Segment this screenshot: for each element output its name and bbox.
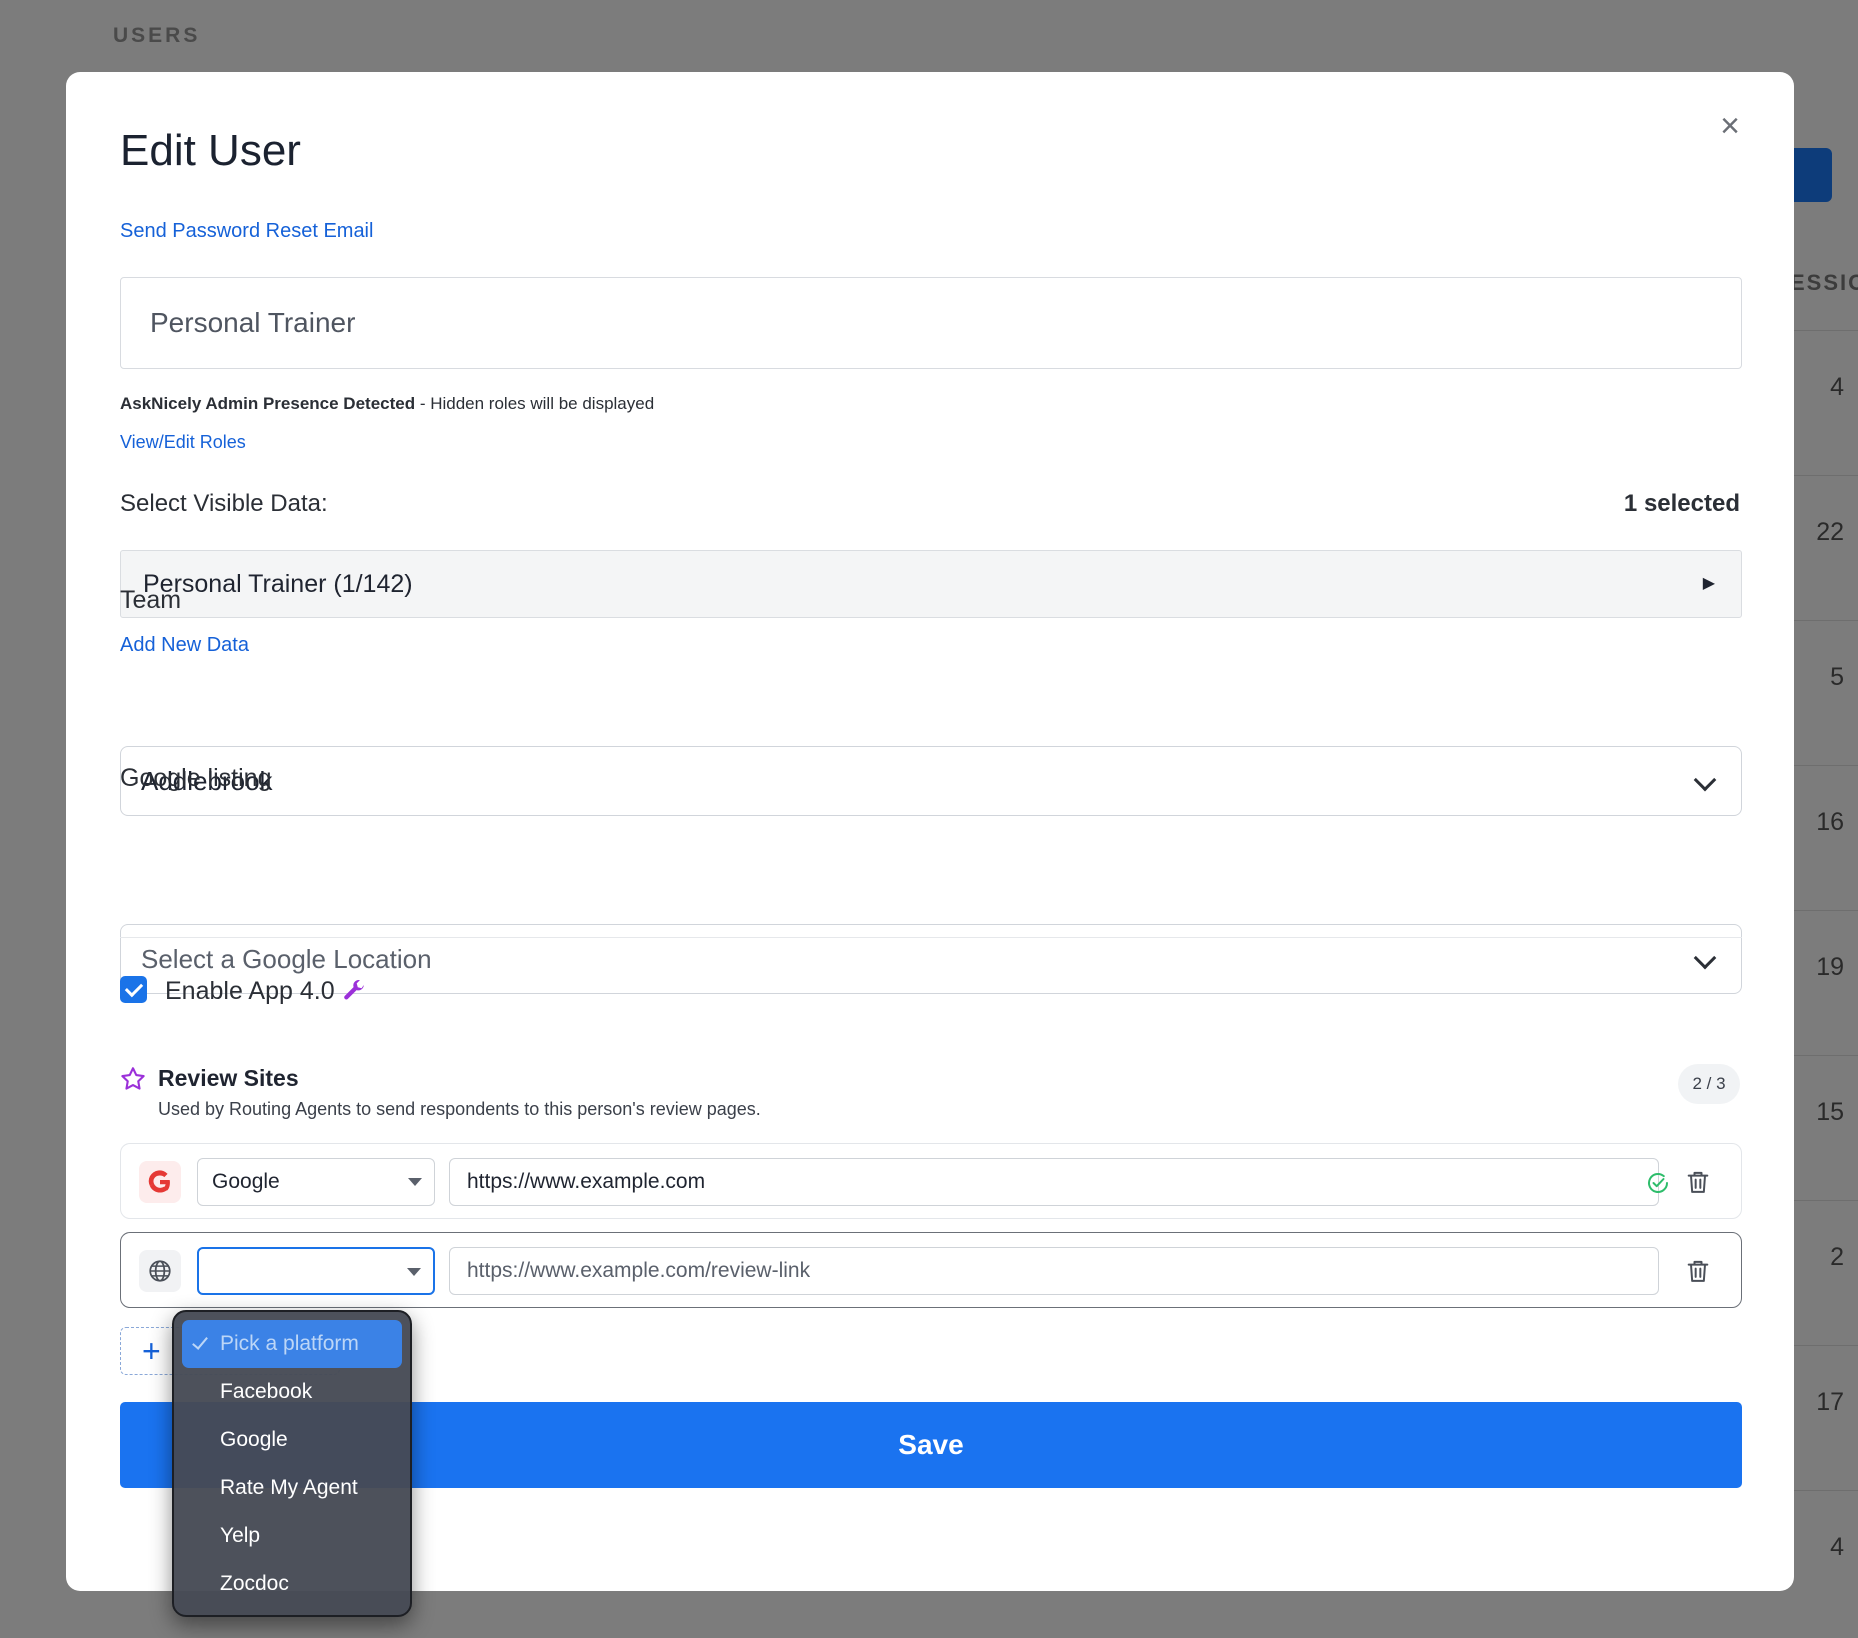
- admin-note-text: - Hidden roles will be displayed: [415, 394, 655, 413]
- team-select[interactable]: Addlebrook: [120, 746, 1742, 816]
- send-password-reset-link[interactable]: Send Password Reset Email: [120, 220, 373, 243]
- review-sites-title: Review Sites: [158, 1065, 299, 1091]
- background-table-row: 22: [1790, 475, 1858, 620]
- chevron-down-icon: [1693, 946, 1717, 970]
- background-table-row: 15: [1790, 1055, 1858, 1200]
- chevron-down-icon: [1693, 768, 1717, 792]
- team-label: Team: [120, 586, 182, 614]
- platform-dropdown-menu: Pick a platform Facebook Google Rate My …: [172, 1310, 412, 1617]
- background-table-row: 17: [1790, 1345, 1858, 1490]
- dropdown-option[interactable]: Rate My Agent: [182, 1464, 402, 1512]
- checkmark-icon: [192, 1333, 208, 1350]
- enable-app-checkbox[interactable]: [120, 976, 147, 1003]
- dropdown-option[interactable]: Yelp: [182, 1512, 402, 1560]
- modal-title: Edit User: [120, 126, 301, 175]
- section-divider: [120, 937, 1742, 938]
- review-site-row: Google https://www.example.com: [120, 1143, 1742, 1219]
- visible-data-row[interactable]: Personal Trainer (1/142) ▶: [120, 550, 1742, 618]
- enable-app-label: Enable App 4.0: [165, 977, 335, 1005]
- review-site-row: https://www.example.com/review-link: [120, 1232, 1742, 1308]
- dropdown-option[interactable]: Zocdoc: [182, 1560, 402, 1608]
- background-table-row: 4: [1790, 1490, 1858, 1635]
- review-sites-description: Used by Routing Agents to send responden…: [158, 1099, 761, 1119]
- trash-icon[interactable]: [1684, 1257, 1712, 1285]
- review-url-input[interactable]: https://www.example.com: [449, 1158, 1659, 1206]
- background-section-title: USERS: [113, 24, 201, 47]
- admin-presence-note: AskNicely Admin Presence Detected - Hidd…: [120, 394, 654, 414]
- dropdown-option[interactable]: Pick a platform: [182, 1320, 402, 1368]
- caret-right-icon: ▶: [1702, 575, 1715, 592]
- google-icon: [139, 1161, 181, 1203]
- platform-select[interactable]: [197, 1247, 435, 1295]
- view-edit-roles-link[interactable]: View/Edit Roles: [120, 432, 246, 453]
- platform-select-value: Google: [212, 1170, 280, 1193]
- close-button[interactable]: ×: [1712, 108, 1748, 144]
- background-table-row: 5: [1790, 620, 1858, 765]
- star-icon: [121, 1067, 145, 1090]
- plus-icon: +: [142, 1333, 161, 1369]
- background-table-row: 2: [1790, 1200, 1858, 1345]
- review-url-input[interactable]: https://www.example.com/review-link: [449, 1247, 1659, 1295]
- admin-note-bold: AskNicely Admin Presence Detected: [120, 394, 416, 413]
- role-name-input[interactable]: Personal Trainer: [120, 277, 1742, 369]
- visible-data-label: Select Visible Data:: [120, 490, 328, 517]
- background-table-row: 4: [1790, 330, 1858, 475]
- background-table-row: 19: [1790, 910, 1858, 1055]
- selected-count: 1 selected: [1623, 490, 1740, 517]
- dropdown-option[interactable]: Google: [182, 1416, 402, 1464]
- caret-down-icon: [408, 1178, 422, 1186]
- google-listing-label: Google listing: [120, 764, 272, 792]
- globe-icon: [139, 1250, 181, 1292]
- trash-icon[interactable]: [1684, 1168, 1712, 1196]
- visible-data-row-label: Personal Trainer (1/142): [143, 570, 413, 598]
- dropdown-option[interactable]: Facebook: [182, 1368, 402, 1416]
- platform-select[interactable]: Google: [197, 1158, 435, 1206]
- add-new-data-link[interactable]: Add New Data: [120, 634, 249, 657]
- background-table-row: 16: [1790, 765, 1858, 910]
- caret-down-icon: [407, 1268, 421, 1276]
- review-sites-count-badge: 2 / 3: [1678, 1064, 1740, 1104]
- google-location-placeholder: Select a Google Location: [141, 944, 432, 974]
- wrench-icon: [344, 980, 364, 1000]
- background-column-header: ESSIO: [1790, 270, 1858, 295]
- check-circle-icon: [1648, 1173, 1668, 1193]
